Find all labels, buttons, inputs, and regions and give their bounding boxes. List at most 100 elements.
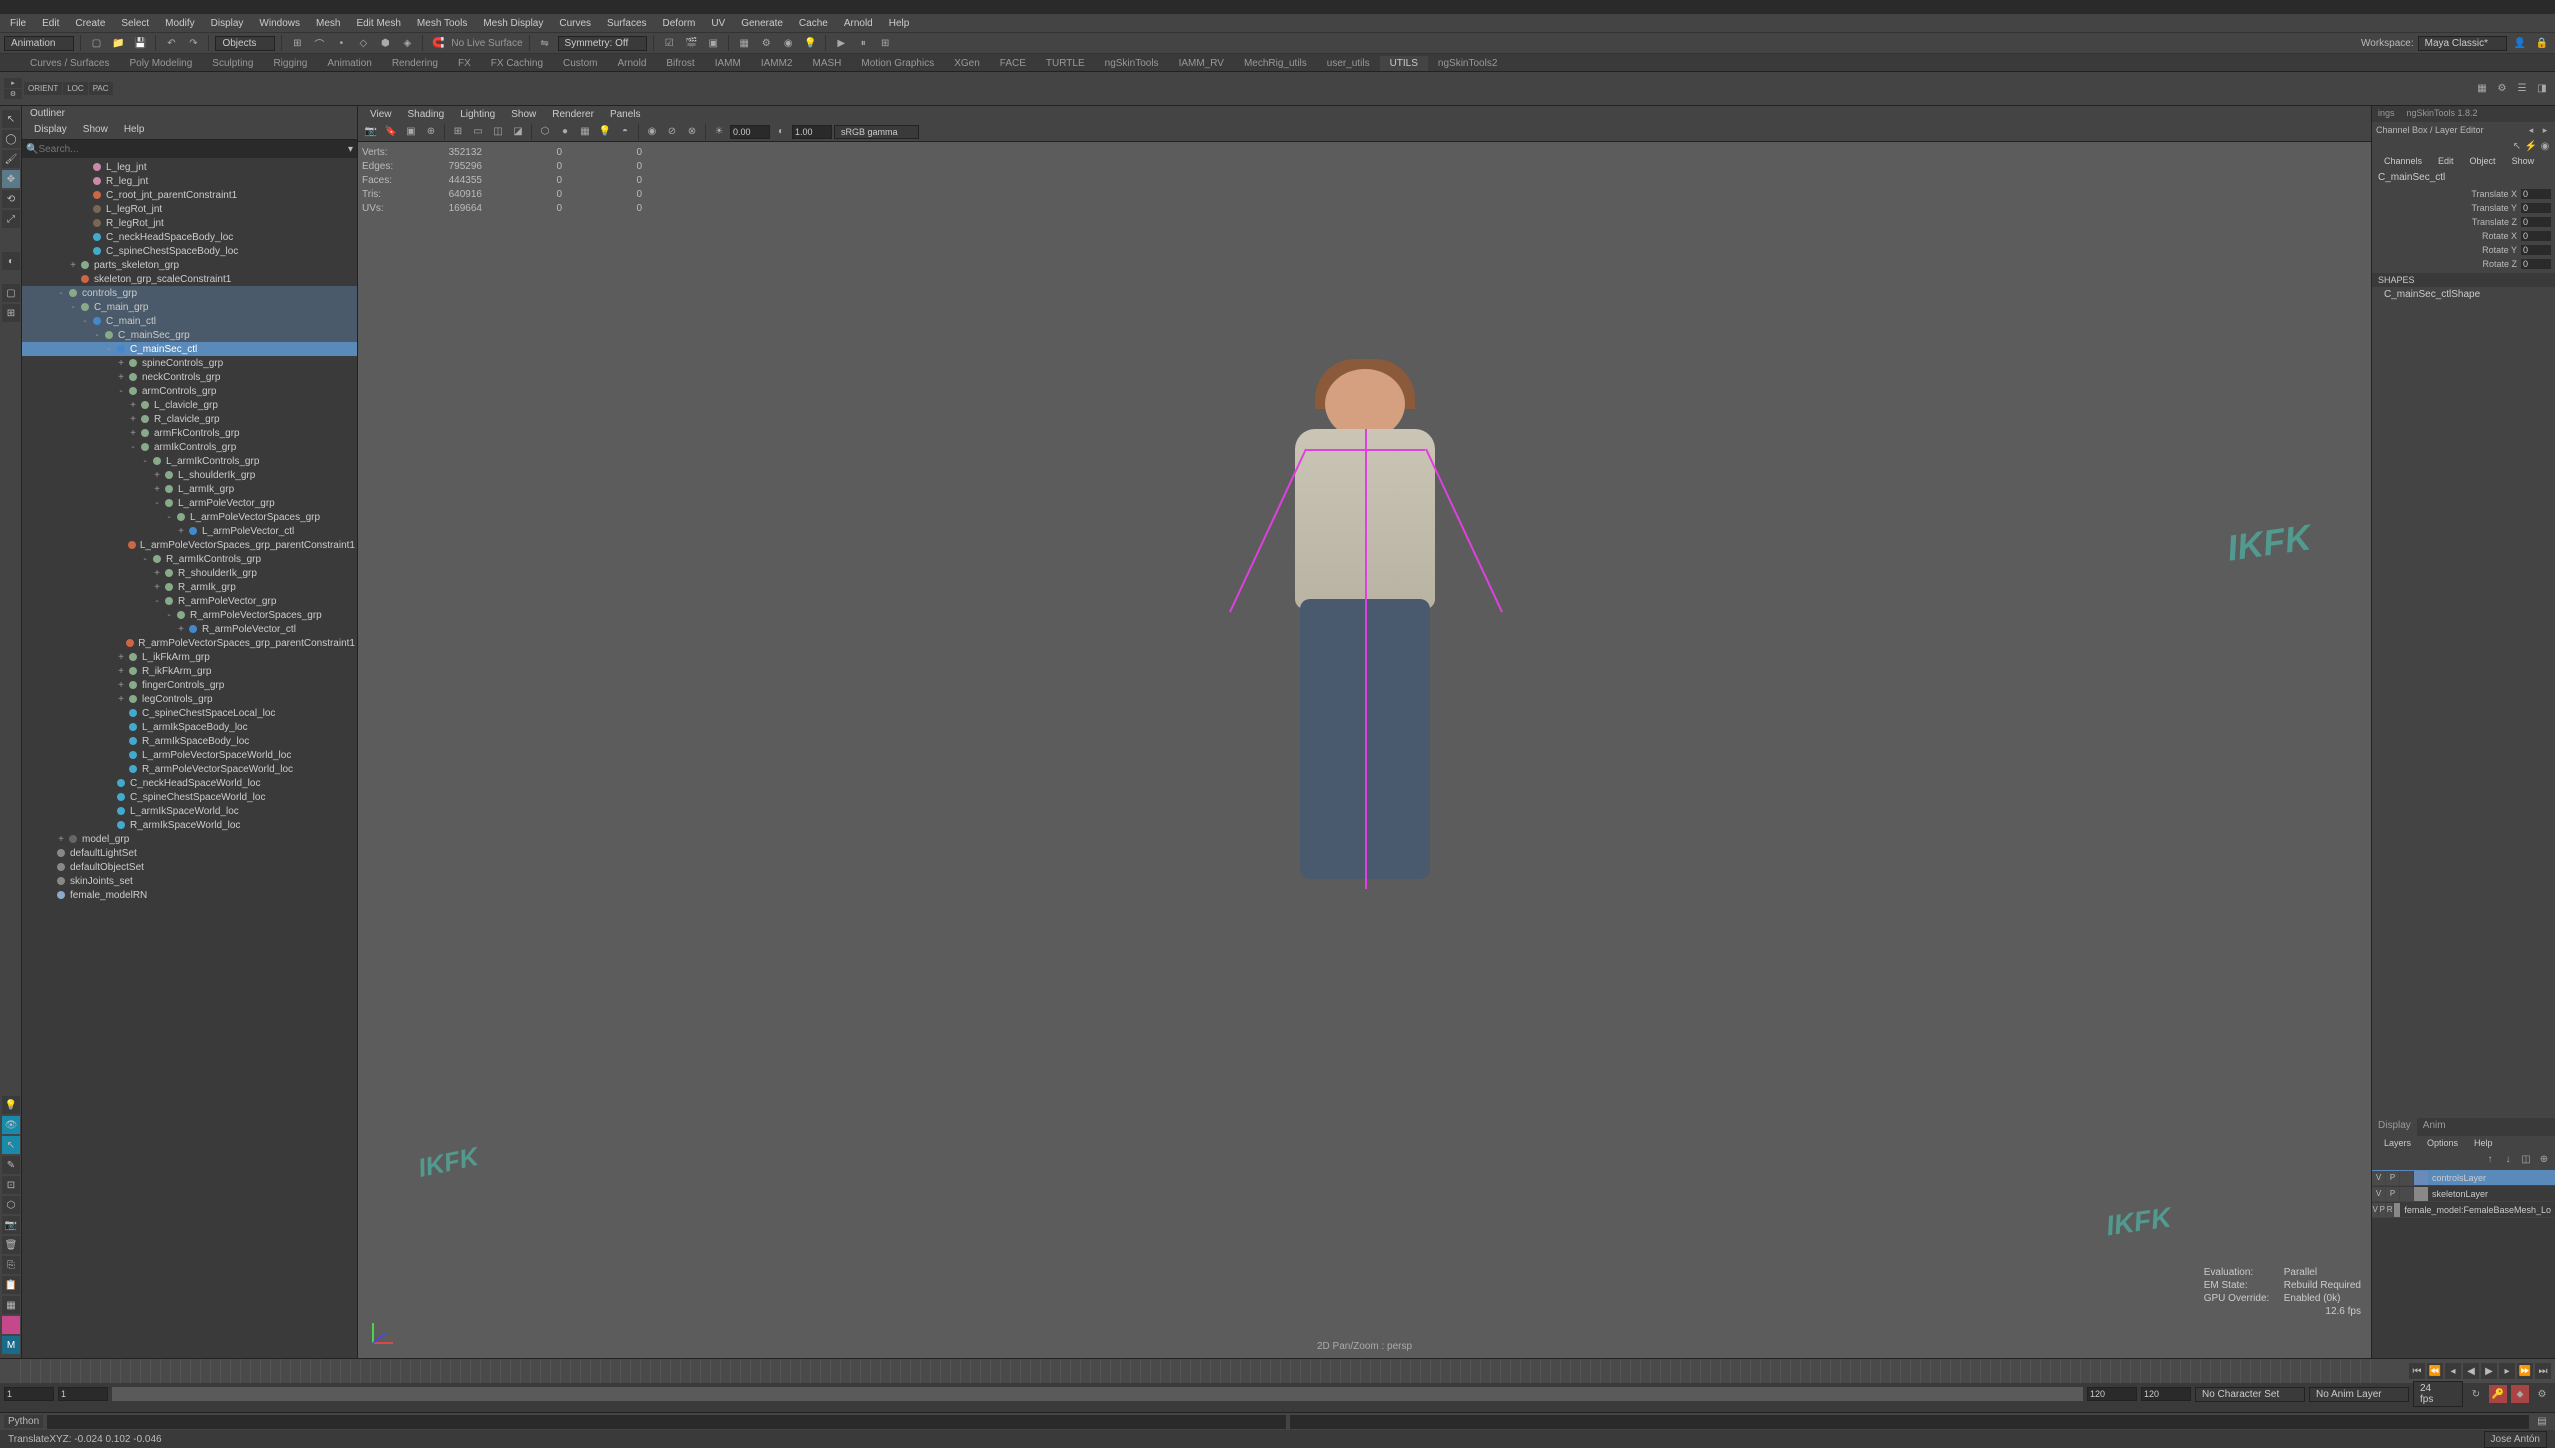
menu-mesh[interactable]: Mesh: [308, 16, 348, 31]
tree-toggle-icon[interactable]: +: [116, 358, 126, 369]
fps-dropdown[interactable]: 24 fps: [2413, 1381, 2463, 1407]
outliner-item[interactable]: +L_armPoleVector_ctl: [22, 524, 357, 538]
vp-exposure-input[interactable]: [730, 125, 770, 139]
channel-menu-show[interactable]: Show: [2504, 154, 2543, 170]
attr-value-input[interactable]: 0: [2521, 217, 2551, 227]
outliner-item[interactable]: L_armIkSpaceWorld_loc: [22, 804, 357, 818]
layer-ref-toggle[interactable]: [2400, 1171, 2414, 1185]
layer-vis-toggle[interactable]: V: [2372, 1171, 2386, 1185]
outliner-item[interactable]: -C_main_grp: [22, 300, 357, 314]
outliner-item[interactable]: -armIkControls_grp: [22, 440, 357, 454]
layer-move-up-icon[interactable]: ↑: [2483, 1152, 2497, 1166]
outliner-item[interactable]: +R_armPoleVector_ctl: [22, 622, 357, 636]
right-tab[interactable]: ings: [2372, 106, 2401, 122]
attr-editor-icon[interactable]: ▦: [2473, 80, 2491, 98]
outliner-item[interactable]: L_armPoleVectorSpaceWorld_loc: [22, 748, 357, 762]
outliner-item[interactable]: -armControls_grp: [22, 384, 357, 398]
outliner-item[interactable]: -R_armIkControls_grp: [22, 552, 357, 566]
outliner-item[interactable]: L_armIkSpaceBody_loc: [22, 720, 357, 734]
outliner-item[interactable]: +model_grp: [22, 832, 357, 846]
command-input[interactable]: [47, 1415, 1286, 1429]
step-forward-key-icon[interactable]: ⏩: [2517, 1363, 2533, 1379]
redo-icon[interactable]: ↷: [184, 34, 202, 52]
vp-xray-joint-icon[interactable]: ⊗: [683, 123, 701, 141]
tool-settings-icon[interactable]: ⚙: [2493, 80, 2511, 98]
wireframe-icon[interactable]: ⬡: [2, 1196, 20, 1214]
channel-object-name[interactable]: C_mainSec_ctl: [2372, 170, 2555, 185]
outliner-item[interactable]: defaultObjectSet: [22, 860, 357, 874]
shelf-tab-user-utils[interactable]: user_utils: [1317, 56, 1380, 71]
menu-arnold[interactable]: Arnold: [836, 16, 881, 31]
outliner-menu-show[interactable]: Show: [75, 122, 116, 139]
shelf-tab-rigging[interactable]: Rigging: [263, 56, 317, 71]
outliner-item[interactable]: +fingerControls_grp: [22, 678, 357, 692]
vp-shadow-icon[interactable]: ◓: [616, 123, 634, 141]
single-pane-icon[interactable]: ▢: [2, 284, 20, 302]
menu-generate[interactable]: Generate: [733, 16, 791, 31]
tree-toggle-icon[interactable]: -: [92, 330, 102, 341]
tree-toggle-icon[interactable]: +: [56, 834, 66, 845]
vp-bookmark-icon[interactable]: 🔖: [382, 123, 400, 141]
outliner-item[interactable]: skeleton_grp_scaleConstraint1: [22, 272, 357, 286]
outliner-item[interactable]: -C_main_ctl: [22, 314, 357, 328]
outliner-item[interactable]: C_root_jnt_parentConstraint1: [22, 188, 357, 202]
outliner-item[interactable]: defaultLightSet: [22, 846, 357, 860]
outliner-item[interactable]: -C_mainSec_ctl: [22, 342, 357, 356]
layer-ref-toggle[interactable]: [2400, 1187, 2414, 1201]
outliner-item[interactable]: female_modelRN: [22, 888, 357, 902]
outliner-item[interactable]: +R_ikFkArm_grp: [22, 664, 357, 678]
anim-start-input[interactable]: [4, 1387, 54, 1401]
outliner-item[interactable]: C_neckHeadSpaceBody_loc: [22, 230, 357, 244]
swatch-icon[interactable]: ▦: [2, 1296, 20, 1314]
outliner-item[interactable]: C_spineChestSpaceLocal_loc: [22, 706, 357, 720]
user-badge[interactable]: Jose Antón: [2484, 1431, 2547, 1448]
channel-menu-edit[interactable]: Edit: [2430, 154, 2462, 170]
menu-help[interactable]: Help: [881, 16, 918, 31]
attr-value-input[interactable]: 0: [2521, 231, 2551, 241]
menu-mesh-tools[interactable]: Mesh Tools: [409, 16, 475, 31]
outliner-item[interactable]: -controls_grp: [22, 286, 357, 300]
viewport-menu-view[interactable]: View: [362, 107, 400, 122]
cmd-lang-label[interactable]: Python: [4, 1415, 43, 1428]
shelf-tab-ngskintools2[interactable]: ngSkinTools2: [1428, 56, 1507, 71]
shelf-tab-utils[interactable]: UTILS: [1380, 56, 1428, 71]
outliner-item[interactable]: R_armIkSpaceWorld_loc: [22, 818, 357, 832]
vp-grid-icon[interactable]: ⊞: [449, 123, 467, 141]
snap-view-icon[interactable]: ◈: [398, 34, 416, 52]
outliner-item[interactable]: +spineControls_grp: [22, 356, 357, 370]
paint-tool-icon[interactable]: 🖌: [2, 150, 20, 168]
panel-layout-icon[interactable]: ⊞: [876, 34, 894, 52]
ipr-icon[interactable]: ▣: [704, 34, 722, 52]
menu-deform[interactable]: Deform: [655, 16, 704, 31]
outliner-item[interactable]: R_armPoleVectorSpaces_grp_parentConstrai…: [22, 636, 357, 650]
camera-icon[interactable]: 📷: [2, 1216, 20, 1234]
outliner-item[interactable]: L_armPoleVectorSpaces_grp_parentConstrai…: [22, 538, 357, 552]
tree-toggle-icon[interactable]: -: [164, 610, 174, 621]
menu-select[interactable]: Select: [113, 16, 157, 31]
vp-film-gate-icon[interactable]: ▭: [469, 123, 487, 141]
tree-toggle-icon[interactable]: +: [128, 400, 138, 411]
shelf-tab-mash[interactable]: MASH: [803, 56, 852, 71]
play-back-icon[interactable]: ◀: [2463, 1363, 2479, 1379]
step-forward-icon[interactable]: ▸: [2499, 1363, 2515, 1379]
selection-mode-dropdown[interactable]: Objects: [215, 36, 275, 51]
outliner-toggle-icon[interactable]: 💡: [2, 1096, 20, 1114]
tree-toggle-icon[interactable]: +: [152, 484, 162, 495]
play-forward-icon[interactable]: ▶: [2481, 1363, 2497, 1379]
channel-speed-icon[interactable]: ⚡: [2525, 140, 2537, 152]
vp-gate-mask-icon[interactable]: ◪: [509, 123, 527, 141]
snap-point-icon[interactable]: •: [332, 34, 350, 52]
vp-gamma-input[interactable]: [792, 125, 832, 139]
vp-colorspace-dropdown[interactable]: sRGB gamma: [834, 125, 919, 139]
light-editor-icon[interactable]: 💡: [801, 34, 819, 52]
clipboard-icon[interactable]: 📋: [2, 1276, 20, 1294]
shelf-tab-iamm2[interactable]: IAMM2: [751, 56, 803, 71]
outliner-item[interactable]: +L_armIk_grp: [22, 482, 357, 496]
attr-value-input[interactable]: 0: [2521, 259, 2551, 269]
outliner-item[interactable]: +R_shoulderIk_grp: [22, 566, 357, 580]
select-mode-icon[interactable]: ↖: [2, 1136, 20, 1154]
layer-color-swatch[interactable]: [2414, 1171, 2428, 1185]
outliner-item[interactable]: R_leg_jnt: [22, 174, 357, 188]
shelf-tab-poly-modeling[interactable]: Poly Modeling: [119, 56, 202, 71]
search-dropdown-icon[interactable]: ▾: [348, 144, 353, 155]
